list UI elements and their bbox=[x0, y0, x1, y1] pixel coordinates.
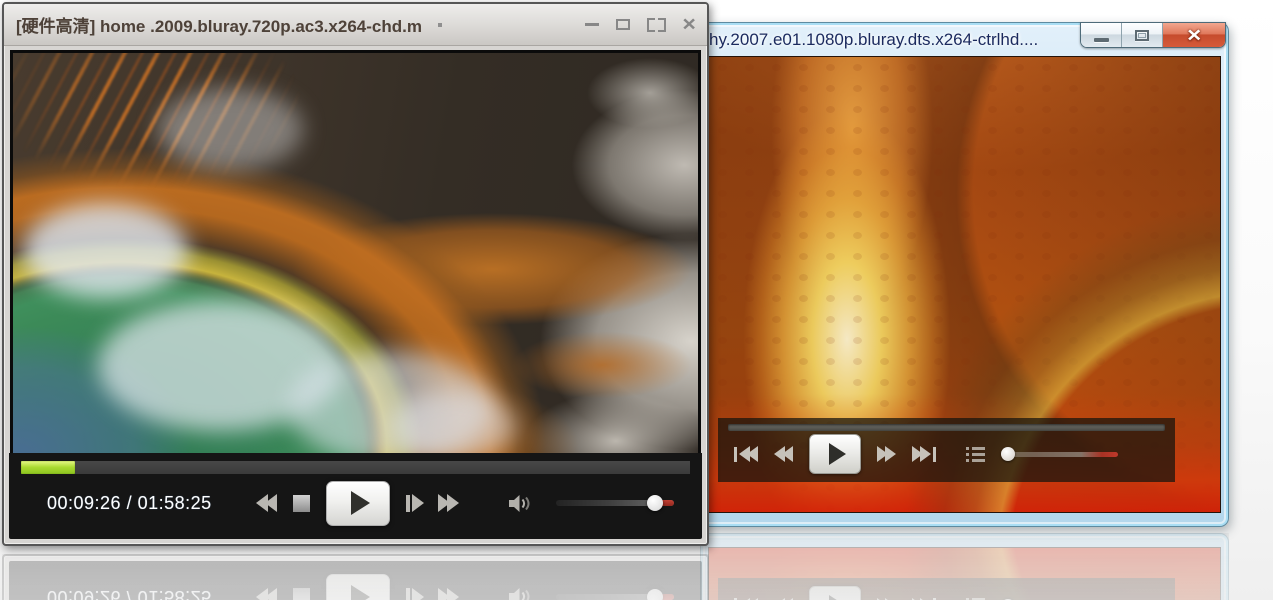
transport-buttons bbox=[255, 480, 459, 526]
steam-cloud bbox=[158, 88, 303, 170]
seek-bar-right[interactable] bbox=[728, 424, 1165, 431]
fast-forward-button[interactable] bbox=[877, 446, 896, 462]
window-title-right: hy.2007.e01.1080p.bluray.dts.x264-ctrlhd… bbox=[709, 29, 1039, 49]
speaker-icon[interactable] bbox=[507, 493, 532, 514]
close-button[interactable]: × bbox=[682, 14, 695, 35]
video-canvas-right[interactable] bbox=[708, 56, 1221, 513]
volume-knob[interactable] bbox=[647, 495, 664, 511]
maximize-button[interactable] bbox=[615, 19, 630, 30]
volume-control-left bbox=[507, 493, 686, 514]
playlist-button[interactable] bbox=[966, 446, 985, 462]
minimize-button[interactable] bbox=[584, 23, 599, 26]
rewind-button[interactable] bbox=[255, 494, 277, 512]
pin-dot-icon bbox=[437, 22, 442, 27]
playlist-icon bbox=[966, 446, 985, 450]
next-button[interactable] bbox=[912, 446, 936, 462]
player-window-right: hy.2007.e01.1080p.bluray.dts.x264-ctrlhd… bbox=[700, 22, 1229, 527]
volume-fill bbox=[1000, 446, 1015, 461]
maximize-button[interactable] bbox=[1122, 23, 1163, 47]
minimize-icon bbox=[1093, 37, 1109, 42]
desktop: hy.2007.e01.1080p.bluray.dts.x264-ctrlhd… bbox=[0, 0, 1273, 600]
steam-cloud bbox=[391, 391, 516, 453]
seek-bar-left[interactable] bbox=[21, 461, 690, 474]
previous-button[interactable] bbox=[734, 446, 758, 462]
play-button[interactable] bbox=[325, 480, 390, 526]
control-panel-left: 00:09:26 / 01:58:25 bbox=[9, 453, 702, 539]
rewind-button[interactable] bbox=[774, 446, 793, 462]
steam-cloud bbox=[23, 203, 188, 298]
stop-button[interactable] bbox=[292, 494, 310, 512]
playback-controls-right bbox=[718, 418, 1175, 482]
volume-track bbox=[1003, 451, 1118, 457]
volume-knob[interactable] bbox=[1000, 446, 1015, 461]
caption-button-group: × bbox=[1080, 22, 1226, 48]
player-window-left: [硬件高清] home .2009.bluray.720p.ac3.x264-c… bbox=[2, 2, 709, 546]
caption-button-group-left: × bbox=[584, 14, 696, 35]
play-icon bbox=[350, 491, 370, 515]
previous-icon bbox=[734, 446, 737, 462]
play-button[interactable] bbox=[809, 434, 861, 474]
fullscreen-button[interactable] bbox=[646, 17, 666, 32]
step-forward-button[interactable] bbox=[405, 494, 424, 512]
volume-slider-left[interactable] bbox=[556, 495, 674, 511]
window-title-left: [硬件高清] home .2009.bluray.720p.ac3.x264-c… bbox=[16, 17, 422, 36]
video-canvas-left[interactable] bbox=[10, 50, 701, 456]
volume-slider-right[interactable] bbox=[1000, 446, 1118, 462]
time-display: 00:09:26 / 01:58:25 bbox=[47, 492, 212, 513]
titlebar-left[interactable]: [硬件高清] home .2009.bluray.720p.ac3.x264-c… bbox=[4, 4, 707, 46]
titlebar-right[interactable]: hy.2007.e01.1080p.bluray.dts.x264-ctrlhd… bbox=[709, 23, 1068, 56]
seek-bar-fill bbox=[21, 461, 75, 474]
fast-forward-button[interactable] bbox=[437, 494, 459, 512]
close-icon: × bbox=[1186, 23, 1202, 47]
close-button[interactable]: × bbox=[1163, 23, 1225, 47]
volume-fill bbox=[556, 495, 664, 511]
play-icon bbox=[828, 443, 846, 465]
maximize-icon bbox=[1135, 29, 1149, 41]
step-forward-icon bbox=[405, 494, 410, 512]
minimize-button[interactable] bbox=[1081, 23, 1122, 47]
